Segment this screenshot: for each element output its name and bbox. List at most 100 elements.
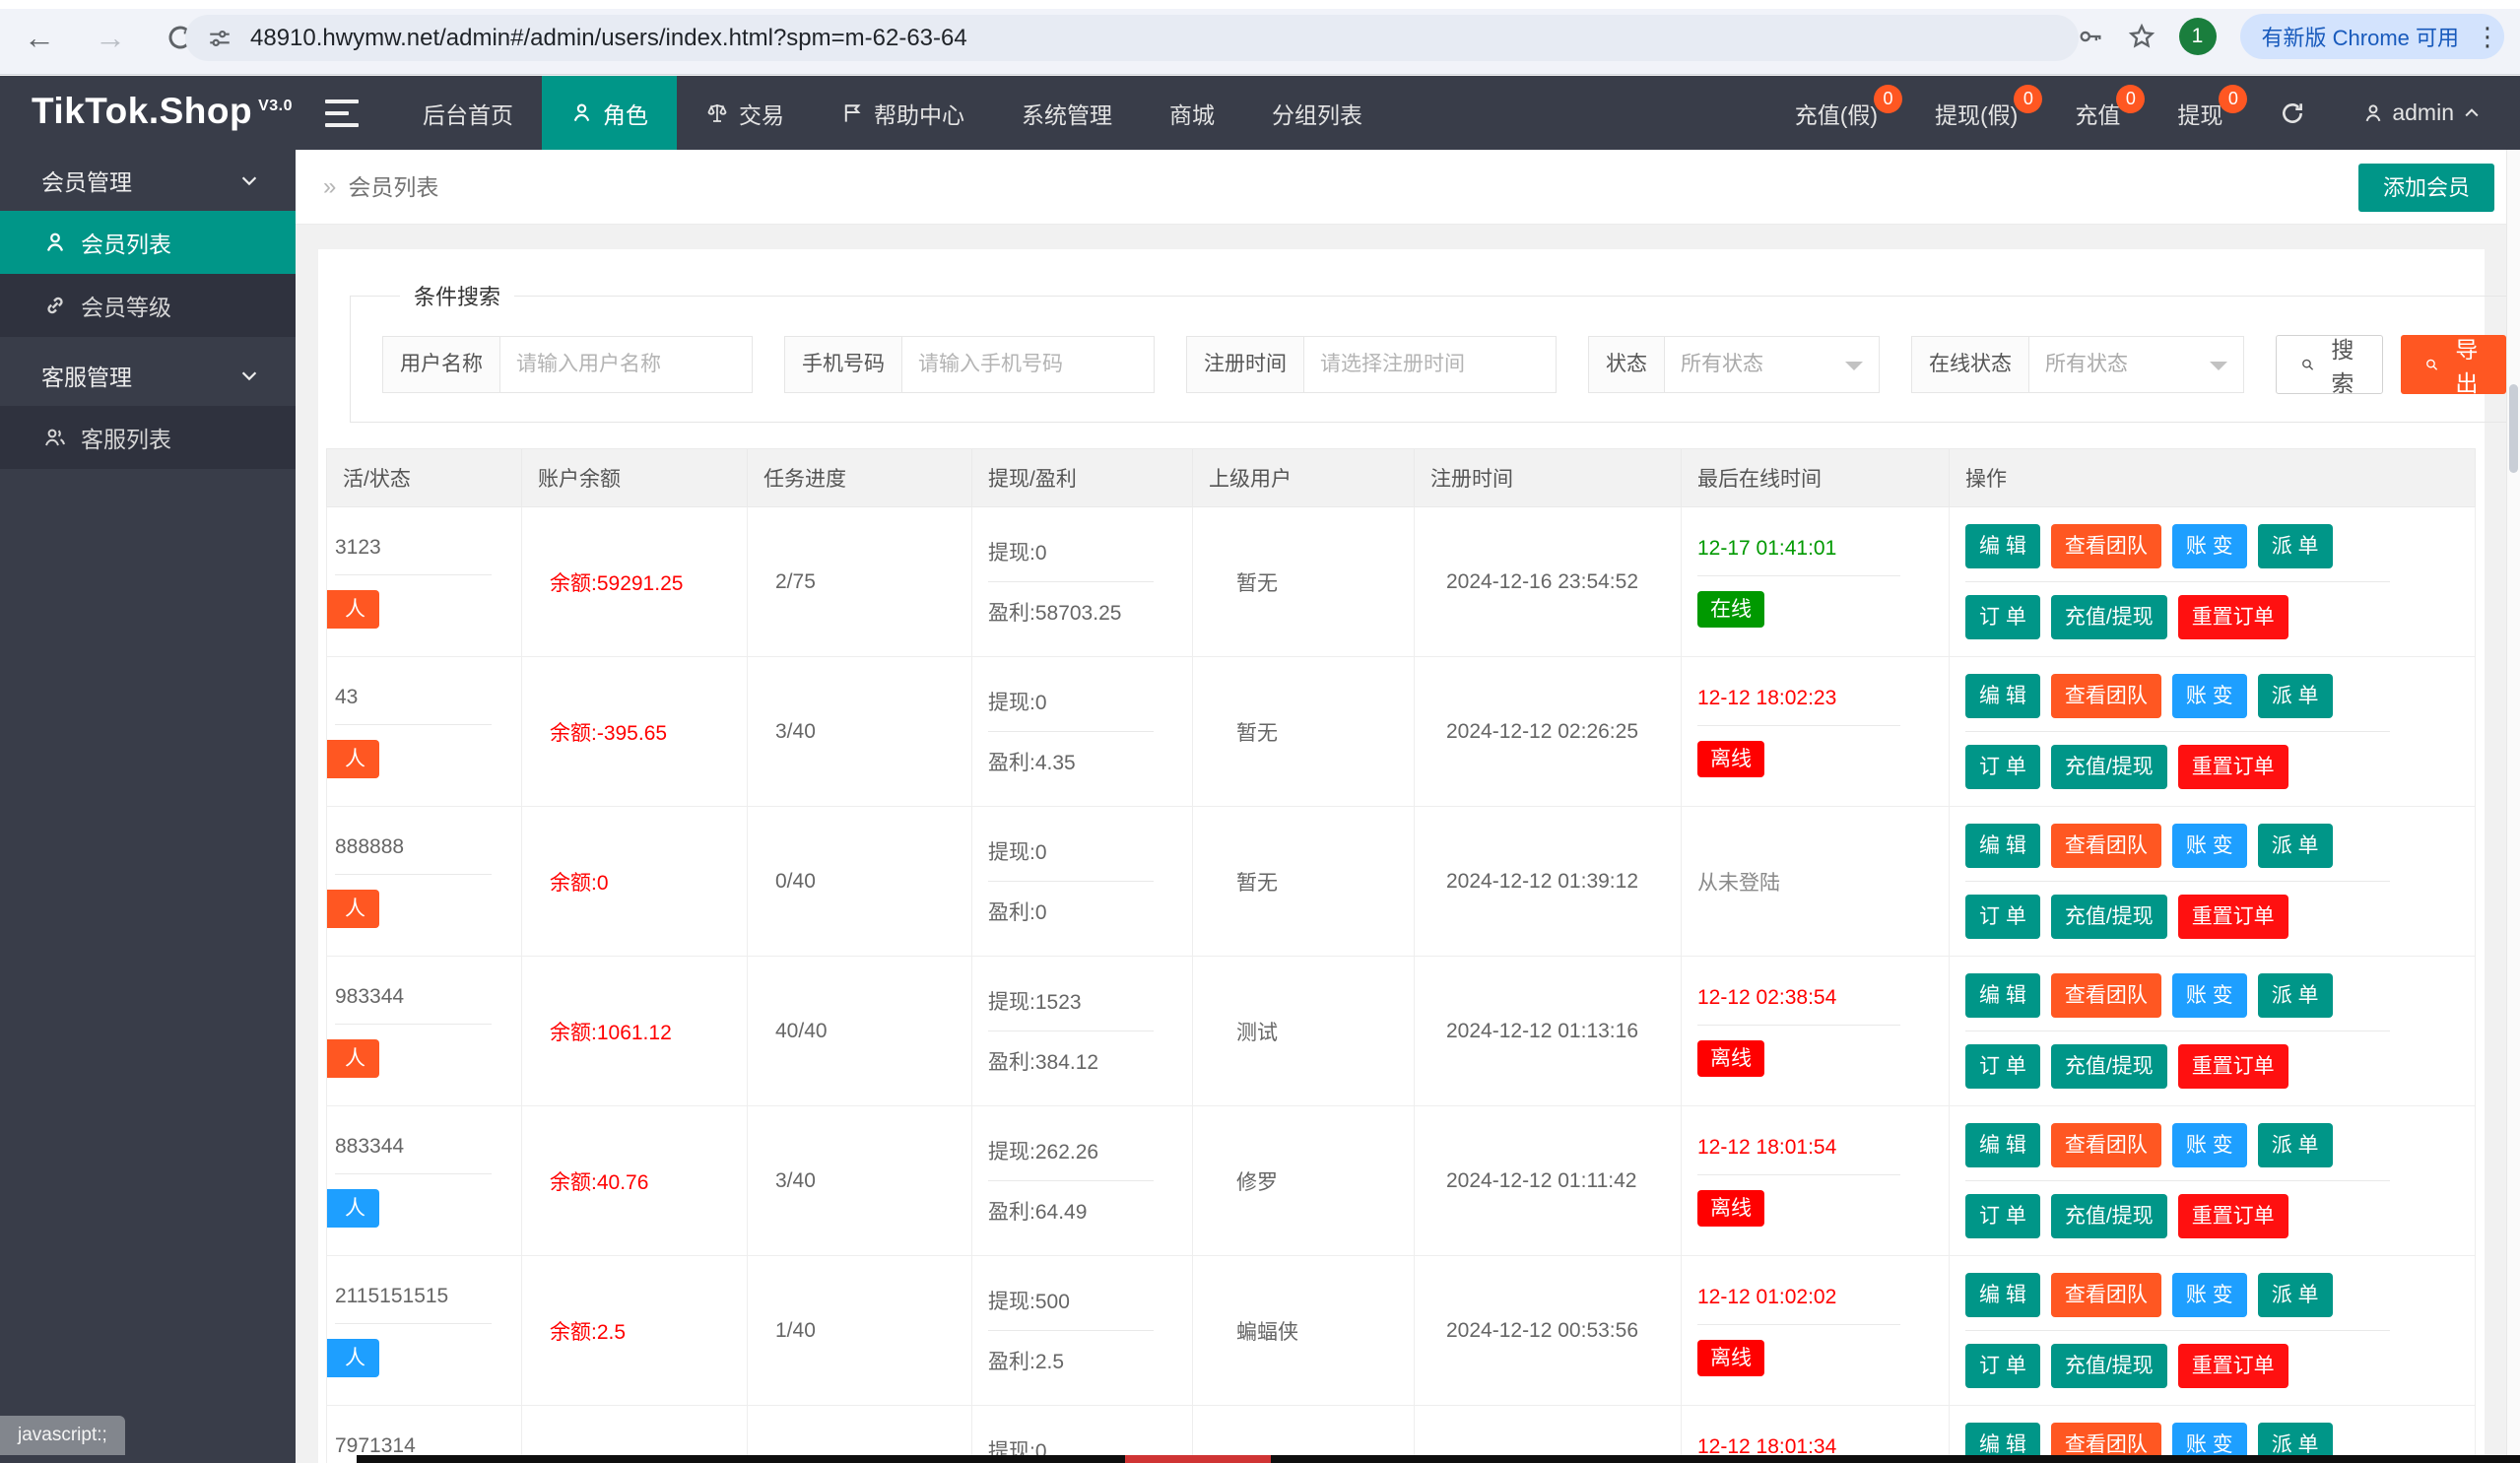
horizontal-scrollbar[interactable] xyxy=(357,1455,2520,1463)
account-change-button[interactable]: 账 变 xyxy=(2172,524,2247,568)
view-team-button[interactable]: 查看团队 xyxy=(2051,524,2161,568)
withdraw-value: 提现:0 xyxy=(988,537,1047,566)
cell-divider xyxy=(988,1330,1154,1331)
orders-button[interactable]: 订 单 xyxy=(1965,745,2040,789)
view-team-button[interactable]: 查看团队 xyxy=(2051,674,2161,718)
recharge-withdraw-button[interactable]: 充值/提现 xyxy=(2051,1344,2167,1388)
cell-balance: 余额:59291.25 xyxy=(522,507,748,656)
chrome-update-pill[interactable]: 有新版 Chrome 可用 ⋮ xyxy=(2240,14,2504,59)
dispatch-order-button[interactable]: 派 单 xyxy=(2258,674,2333,718)
sidebar-item-member-level[interactable]: 会员等级 xyxy=(0,274,296,337)
reset-orders-button[interactable]: 重置订单 xyxy=(2178,1344,2288,1388)
user-menu[interactable]: admin xyxy=(2334,76,2510,150)
sidebar-group-service-mgmt[interactable]: 客服管理 xyxy=(0,345,296,406)
orders-button[interactable]: 订 单 xyxy=(1965,595,2040,639)
edit-button[interactable]: 编 辑 xyxy=(1965,674,2040,718)
username-input[interactable] xyxy=(500,336,753,393)
reset-orders-button[interactable]: 重置订单 xyxy=(2178,1044,2288,1089)
dispatch-order-button[interactable]: 派 单 xyxy=(2258,824,2333,868)
nav-item-system[interactable]: 系统管理 xyxy=(993,76,1141,150)
reset-orders-button[interactable]: 重置订单 xyxy=(2178,1194,2288,1238)
account-change-button[interactable]: 账 变 xyxy=(2172,1273,2247,1317)
edit-button[interactable]: 编 辑 xyxy=(1965,1273,2040,1317)
browser-back-button[interactable]: ← xyxy=(24,20,55,55)
add-member-button[interactable]: 添加会员 xyxy=(2358,164,2494,212)
nav-item-help-center[interactable]: 帮助中心 xyxy=(813,76,993,150)
browser-menu-icon[interactable]: ⋮ xyxy=(2475,30,2494,43)
nav-item-roles[interactable]: 角色 xyxy=(542,76,677,150)
reset-orders-button[interactable]: 重置订单 xyxy=(2178,895,2288,939)
dispatch-order-button[interactable]: 派 单 xyxy=(2258,973,2333,1018)
status-select[interactable]: 所有状态 xyxy=(1665,336,1880,393)
account-change-button[interactable]: 账 变 xyxy=(2172,1123,2247,1167)
refresh-icon[interactable] xyxy=(2251,76,2334,150)
bookmark-star-icon[interactable] xyxy=(2128,23,2155,50)
reset-orders-button[interactable]: 重置订单 xyxy=(2178,595,2288,639)
dispatch-order-button[interactable]: 派 单 xyxy=(2258,1123,2333,1167)
register-time: 2024-12-12 01:39:12 xyxy=(1446,870,1638,894)
nav-withdraw[interactable]: 提现0 xyxy=(2149,76,2251,150)
account-change-button[interactable]: 账 变 xyxy=(2172,674,2247,718)
orders-button[interactable]: 订 单 xyxy=(1965,895,2040,939)
view-team-button[interactable]: 查看团队 xyxy=(2051,1123,2161,1167)
orders-button[interactable]: 订 单 xyxy=(1965,1344,2040,1388)
vertical-scrollbar[interactable] xyxy=(2506,150,2520,1455)
person-icon xyxy=(43,231,67,254)
online-status-select[interactable]: 所有状态 xyxy=(2029,336,2244,393)
address-bar[interactable]: 48910.hwymw.net/admin#/admin/users/index… xyxy=(185,15,2079,61)
dispatch-order-button[interactable]: 派 单 xyxy=(2258,1273,2333,1317)
scrollbar-thumb[interactable] xyxy=(2509,384,2518,473)
nav-withdraw-fake[interactable]: 提现(假)0 xyxy=(1906,76,2046,150)
url-text: 48910.hwymw.net/admin#/admin/users/index… xyxy=(250,25,967,52)
profit-value: 盈利:384.12 xyxy=(988,1046,1098,1076)
nav-item-mall[interactable]: 商城 xyxy=(1141,76,1243,150)
recharge-withdraw-button[interactable]: 充值/提现 xyxy=(2051,1194,2167,1238)
progress-value: 2/75 xyxy=(775,570,816,594)
register-time-input[interactable] xyxy=(1304,336,1557,393)
reset-orders-button[interactable]: 重置订单 xyxy=(2178,745,2288,789)
nav-item-trade[interactable]: 交易 xyxy=(677,76,813,150)
sidebar-group-member-mgmt[interactable]: 会员管理 xyxy=(0,150,296,211)
account-change-button[interactable]: 账 变 xyxy=(2172,973,2247,1018)
cell-withdraw-profit: 提现:500 盈利:2.5 xyxy=(972,1256,1193,1405)
progress-value: 3/40 xyxy=(775,1169,816,1193)
orders-button[interactable]: 订 单 xyxy=(1965,1044,2040,1089)
user-id: 983344 xyxy=(335,985,404,1009)
nav-recharge[interactable]: 充值0 xyxy=(2046,76,2149,150)
online-status-badge: 离线 xyxy=(1697,1190,1764,1227)
cell-divider xyxy=(335,1173,492,1174)
view-team-button[interactable]: 查看团队 xyxy=(2051,973,2161,1018)
edit-button[interactable]: 编 辑 xyxy=(1965,973,2040,1018)
account-change-button[interactable]: 账 变 xyxy=(2172,824,2247,868)
user-type-badge: 人 xyxy=(326,890,379,928)
edit-button[interactable]: 编 辑 xyxy=(1965,824,2040,868)
site-settings-icon[interactable] xyxy=(207,26,232,51)
export-button[interactable]: 导 出 xyxy=(2401,335,2506,394)
edit-button[interactable]: 编 辑 xyxy=(1965,524,2040,568)
nav-recharge-fake[interactable]: 充值(假)0 xyxy=(1766,76,1906,150)
sidebar-item-service-list[interactable]: 客服列表 xyxy=(0,406,296,469)
recharge-withdraw-button[interactable]: 充值/提现 xyxy=(2051,1044,2167,1089)
nav-item-dashboard[interactable]: 后台首页 xyxy=(394,76,542,150)
browser-profile-avatar[interactable]: 1 xyxy=(2179,18,2217,55)
orders-button[interactable]: 订 单 xyxy=(1965,1194,2040,1238)
phone-input[interactable] xyxy=(902,336,1155,393)
cell-progress: 0/40 xyxy=(748,807,972,956)
cell-withdraw-profit: 提现:0 盈利:4.35 xyxy=(972,657,1193,806)
dispatch-order-button[interactable]: 派 单 xyxy=(2258,524,2333,568)
search-button[interactable]: 搜 索 xyxy=(2276,335,2383,394)
recharge-withdraw-button[interactable]: 充值/提现 xyxy=(2051,745,2167,789)
menu-toggle-icon[interactable] xyxy=(325,100,359,127)
edit-button[interactable]: 编 辑 xyxy=(1965,1123,2040,1167)
user-id: 883344 xyxy=(335,1135,404,1159)
sidebar-item-member-list[interactable]: 会员列表 xyxy=(0,211,296,274)
action-row-2: 订 单充值/提现重置订单 xyxy=(1965,1044,2288,1089)
password-key-icon[interactable] xyxy=(2077,23,2104,50)
recharge-withdraw-button[interactable]: 充值/提现 xyxy=(2051,595,2167,639)
view-team-button[interactable]: 查看团队 xyxy=(2051,824,2161,868)
nav-item-group-list[interactable]: 分组列表 xyxy=(1243,76,1391,150)
progress-value: 3/40 xyxy=(775,720,816,744)
recharge-withdraw-button[interactable]: 充值/提现 xyxy=(2051,895,2167,939)
browser-forward-button[interactable]: → xyxy=(95,20,126,55)
view-team-button[interactable]: 查看团队 xyxy=(2051,1273,2161,1317)
